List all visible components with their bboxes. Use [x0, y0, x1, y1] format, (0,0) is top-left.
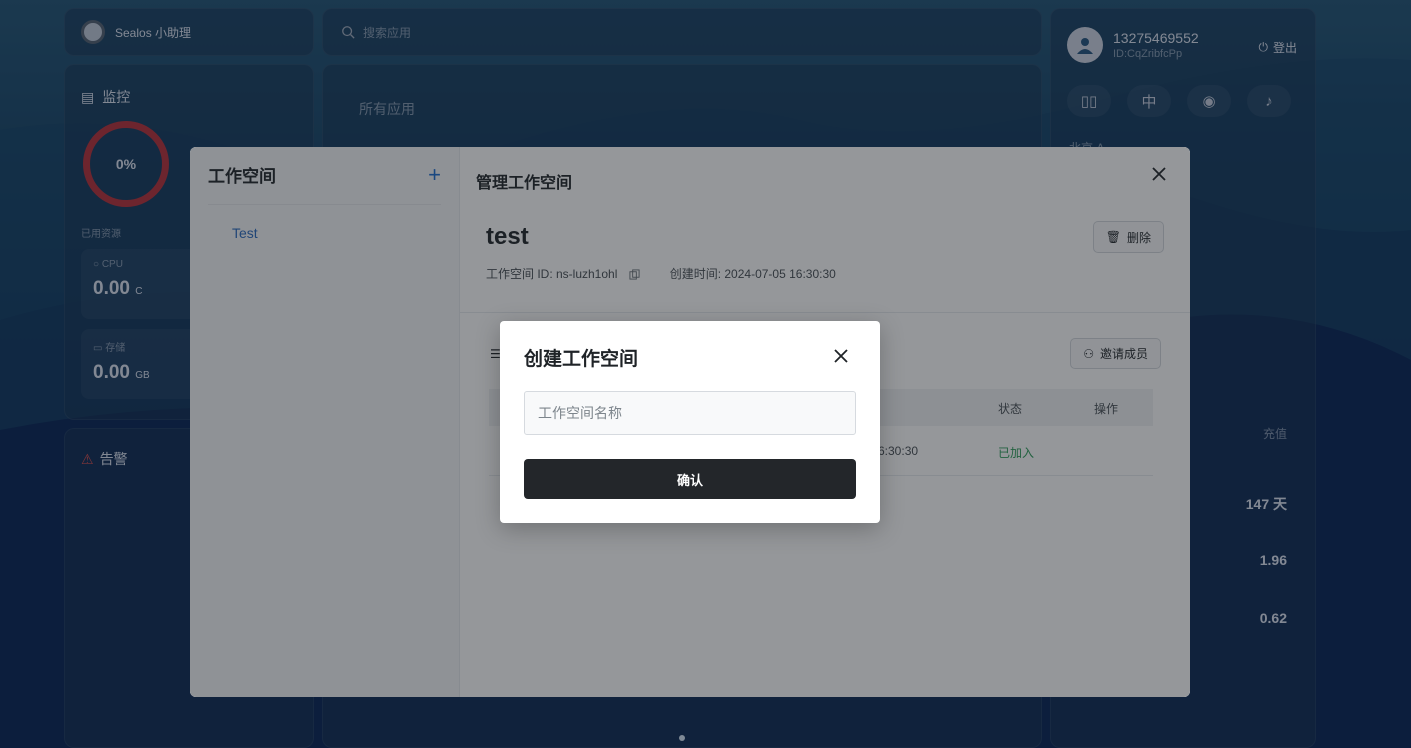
confirm-button[interactable]: 确认: [524, 459, 856, 499]
workspace-name-input[interactable]: [524, 391, 856, 435]
create-workspace-title: 创建工作空间: [524, 349, 639, 370]
create-workspace-dialog: 创建工作空间 确认: [500, 321, 880, 523]
close-icon[interactable]: [828, 343, 854, 369]
pager-dot[interactable]: [679, 735, 685, 741]
